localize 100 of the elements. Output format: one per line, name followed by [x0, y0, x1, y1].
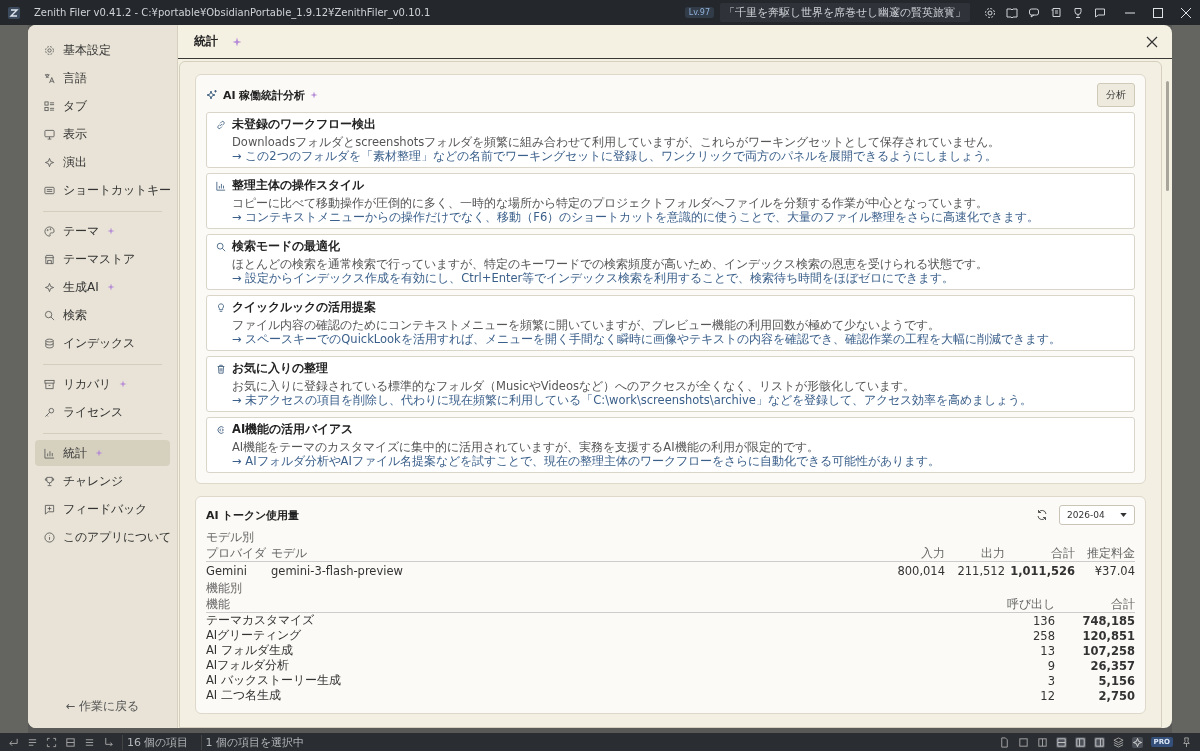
- sidebar-item[interactable]: 統計: [35, 440, 170, 466]
- column-header: 呼び出し: [1006, 596, 1055, 612]
- info-icon: [44, 531, 55, 543]
- subdirectory-arrow-icon[interactable]: [103, 736, 114, 748]
- insight-title: お気に入りの整理: [232, 361, 328, 376]
- page-title: 統計: [194, 33, 218, 50]
- insight-text: Downloadsフォルダとscreenshotsフォルダを頻繁に組み合わせて利用していますが、これらがワーキングセットとして保存されていません。: [231, 135, 1002, 149]
- month-dropdown[interactable]: 2026-04: [1059, 505, 1135, 525]
- chart-icon: [44, 447, 55, 459]
- chat-icon[interactable]: [1028, 6, 1040, 19]
- table-cell-text: 107,258: [1081, 643, 1135, 658]
- horizontal-split-icon[interactable]: [1055, 736, 1067, 748]
- column-header: モデル: [271, 545, 308, 561]
- sidebar-item[interactable]: 基本設定: [35, 37, 170, 63]
- insight-advice: → コンテキストメニューからの操作だけでなく、移動（F6）のショートカットを意識的に使うことで、大量のファイル整理をさらに高速化できます。: [231, 210, 1041, 224]
- layers-icon[interactable]: [1112, 736, 1124, 748]
- insight-advice: → 設定からインデックス作成を有効にし、Ctrl+Enter等でインデックス検索を利用することで、検索待ち時間をほぼゼロにできます。: [231, 271, 956, 285]
- book-icon[interactable]: [1006, 6, 1018, 19]
- sidebar-item[interactable]: このアプリについて: [35, 524, 170, 550]
- level-badge: Lv.97: [684, 7, 714, 18]
- message-icon[interactable]: [1094, 6, 1106, 19]
- sidebar-item[interactable]: インデックス: [35, 330, 170, 356]
- insight-text: ほとんどの検索を通常検索で行っていますが、特定のキーワードでの検索頻度が高いため、インデックス検索の恩恵を受けられる状態です。: [231, 257, 989, 271]
- insight-title: 未登録のワークフロー検出: [232, 117, 376, 132]
- maximize-icon[interactable]: [1152, 6, 1164, 19]
- table-cell-text: 1,011,526: [1009, 563, 1075, 578]
- sidebar-item[interactable]: チャレンジ: [35, 468, 170, 494]
- column-header: 機能: [206, 596, 231, 612]
- gear-icon: [44, 44, 55, 56]
- pin-icon[interactable]: [1181, 736, 1192, 748]
- list-icon[interactable]: [27, 736, 38, 748]
- table-cell-text: AIフォルダ分析: [206, 658, 291, 673]
- table-cell-text: ¥37.04: [1093, 563, 1135, 578]
- table-cell-text: 12: [1039, 688, 1055, 703]
- insight-title: AI機能の活用バイアス: [232, 422, 354, 437]
- search-icon: [216, 241, 226, 252]
- sparkle-icon[interactable]: [1131, 736, 1143, 748]
- table-cell-text: Gemini: [206, 563, 248, 578]
- column-header: 合計: [1110, 596, 1135, 612]
- item-count: 16 個の項目: [122, 734, 193, 750]
- close-icon[interactable]: [1146, 35, 1158, 48]
- right-panel-icon[interactable]: [1093, 736, 1105, 748]
- table-cell-text: 258: [1032, 628, 1055, 643]
- refresh-icon[interactable]: [1036, 509, 1048, 521]
- sidebar-item[interactable]: ライセンス: [35, 399, 170, 425]
- column-header: 入力: [920, 545, 945, 561]
- single-pane-icon[interactable]: [1017, 736, 1029, 748]
- trophy-icon[interactable]: [1072, 6, 1084, 19]
- archive-icon: [44, 378, 55, 390]
- table-cell-text: 5,156: [1097, 673, 1135, 688]
- sidebar-item[interactable]: テーマストア: [35, 246, 170, 272]
- split-pane-icon[interactable]: [1036, 736, 1048, 748]
- sidebar-item[interactable]: ショートカットキー: [35, 177, 170, 203]
- column-header: 出力: [980, 545, 1005, 561]
- sparkle-icon: [44, 281, 55, 293]
- grid-icon: [44, 100, 55, 112]
- settings-icon[interactable]: [984, 6, 996, 19]
- sidebar-item[interactable]: タブ: [35, 93, 170, 119]
- document-icon[interactable]: [998, 736, 1010, 748]
- sidebar-item[interactable]: 言語: [35, 65, 170, 91]
- insight-title: 検索モードの最適化: [232, 239, 340, 254]
- insight-title: 整理主体の操作スタイル: [232, 178, 364, 193]
- caret-icon: [1120, 513, 1127, 517]
- column-header: プロバイダ: [206, 545, 267, 561]
- table-cell-text: 136: [1032, 613, 1055, 628]
- table-cell-text: 748,185: [1081, 613, 1135, 628]
- panel-icon[interactable]: [65, 736, 76, 748]
- expand-icon[interactable]: [46, 736, 57, 748]
- table-cell-text: 120,851: [1081, 628, 1135, 643]
- sidebar-item[interactable]: 生成AI: [35, 274, 170, 300]
- sidebar-item[interactable]: 演出: [35, 149, 170, 175]
- search-icon: [44, 309, 55, 321]
- table-cell-text: 211,512: [956, 563, 1005, 578]
- table-cell-text: AI バックストーリー生成: [206, 673, 342, 688]
- window-title: Zenith Filer v0.41.2 - C:¥portable¥ObsidianPortable_1.9.12¥ZenithFiler_v0.10.1: [34, 7, 431, 18]
- palette-icon: [44, 225, 55, 237]
- sidebar-item[interactable]: リカバリ: [35, 371, 170, 397]
- sidebar-item[interactable]: 表示: [35, 121, 170, 147]
- insight-text: AI機能をテーマのカスタマイズに集中的に活用されていますが、実務を支援するAI機能の利用が限定的です。: [231, 440, 820, 454]
- title-motto: 「千里を奔駆し世界を席巻せし幽邃の賢英旅寳」: [720, 3, 970, 22]
- column-header: 合計: [1050, 545, 1075, 561]
- return-icon[interactable]: [8, 736, 19, 748]
- sidebar-item[interactable]: テーマ: [35, 218, 170, 244]
- table-cell-text: AIグリーティング: [206, 628, 303, 643]
- sidebar-item[interactable]: フィードバック: [35, 496, 170, 522]
- table-cell-text: 2,750: [1097, 688, 1135, 703]
- column-header: 推定料金: [1086, 545, 1135, 561]
- analyze-button[interactable]: 分析: [1097, 83, 1135, 107]
- link-icon: [216, 119, 226, 130]
- database-icon: [44, 337, 55, 349]
- section-label: モデル別: [206, 530, 255, 545]
- chart-icon: [216, 180, 226, 191]
- left-panel-icon[interactable]: [1074, 736, 1086, 748]
- insight-advice: → スペースキーでのQuickLookを活用すれば、メニューを開く手間なく瞬時に画像やテキストの内容を確認でき、確認作業の工程を大幅に削減できます。: [231, 332, 1062, 346]
- app-logo-icon: [8, 6, 20, 19]
- table-cell-text: gemini-3-flash-preview: [271, 563, 404, 578]
- back-to-work-button[interactable]: ← 作業に戻る: [61, 695, 144, 718]
- sidebar-item[interactable]: 検索: [35, 302, 170, 328]
- store-icon: [44, 253, 55, 265]
- menu-icon[interactable]: [84, 736, 95, 748]
